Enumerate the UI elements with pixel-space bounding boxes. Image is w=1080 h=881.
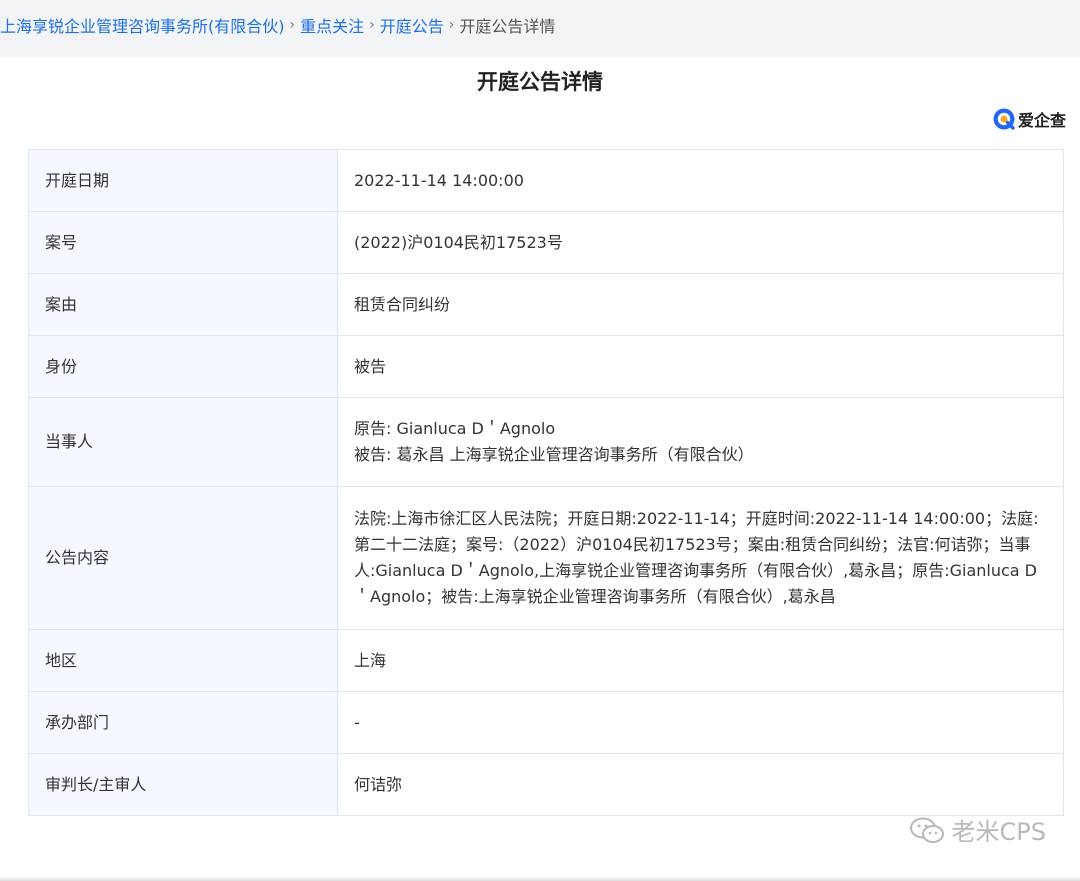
chevron-right-icon: › [289, 17, 296, 33]
row-label: 当事人 [28, 397, 338, 487]
breadcrumb-court-notice-link[interactable]: 开庭公告 [380, 13, 444, 37]
table-row: 案号 (2022)沪0104民初17523号 [28, 211, 1064, 274]
hearing-date-value: 2022-11-14 14:00:00 [354, 170, 524, 190]
table-row: 承办部门 - [28, 691, 1064, 754]
table-row: 地区 上海 [28, 629, 1064, 692]
row-value: (2022)沪0104民初17523号 [337, 211, 1064, 274]
presiding-judge-value: 何诘弥 [354, 774, 403, 794]
row-value: 法院:上海市徐汇区人民法院；开庭日期:2022-11-14；开庭时间:2022-… [337, 486, 1064, 630]
row-label: 身份 [28, 335, 338, 398]
row-label: 案由 [28, 273, 338, 336]
table-row: 审判长/主审人 何诘弥 [28, 753, 1064, 816]
row-value: 被告 [337, 335, 1064, 398]
table-row: 身份 被告 [28, 335, 1064, 398]
case-cause-value: 租赁合同纠纷 [354, 294, 451, 314]
department-value: - [354, 712, 360, 732]
table-row: 案由 租赁合同纠纷 [28, 273, 1064, 336]
row-value: 上海 [337, 629, 1064, 692]
row-label: 审判长/主审人 [28, 753, 338, 816]
row-value: 2022-11-14 14:00:00 [337, 149, 1064, 212]
aiqicha-logo-icon [993, 108, 1015, 130]
identity-value: 被告 [354, 356, 387, 376]
defendant-line: 被告: 葛永昌 上海享锐企业管理咨询事务所（有限合伙） [354, 445, 754, 464]
page-title: 开庭公告详情 [477, 70, 603, 94]
table-row: 公告内容 法院:上海市徐汇区人民法院；开庭日期:2022-11-14；开庭时间:… [28, 486, 1064, 630]
chevron-right-icon: › [448, 17, 455, 33]
table-row: 开庭日期 2022-11-14 14:00:00 [28, 149, 1064, 212]
row-label: 地区 [28, 629, 338, 692]
row-label: 承办部门 [28, 691, 338, 754]
row-value: 租赁合同纠纷 [337, 273, 1064, 336]
watermark: 老米CPS [908, 812, 1046, 847]
row-label: 开庭日期 [28, 149, 338, 212]
brand-name: 爱企查 [1017, 111, 1066, 130]
region-value: 上海 [354, 650, 387, 670]
table-row: 当事人 原告: Gianluca D＇Agnolo 被告: 葛永昌 上海享锐企业… [28, 397, 1064, 487]
case-number-value: (2022)沪0104民初17523号 [354, 232, 563, 252]
breadcrumb-focus-link[interactable]: 重点关注 [300, 13, 364, 37]
chevron-right-icon: › [369, 17, 375, 33]
brand-badge[interactable]: 爱企查 [992, 107, 1066, 131]
scroll-edge [0, 877, 1080, 881]
row-value: - [337, 691, 1064, 754]
court-notice-detail-table: 开庭日期 2022-11-14 14:00:00 案号 (2022)沪0104民… [28, 149, 1064, 816]
row-label: 公告内容 [28, 486, 338, 630]
breadcrumb-company-link[interactable]: 上海享锐企业管理咨询事务所(有限合伙) [0, 13, 285, 37]
row-label: 案号 [28, 211, 338, 274]
watermark-text: 老米CPS [951, 818, 1046, 846]
row-value: 何诘弥 [337, 753, 1064, 816]
wechat-icon [909, 817, 944, 843]
breadcrumb: 上海享锐企业管理咨询事务所(有限合伙) › 重点关注 › 开庭公告 › 开庭公告… [0, 0, 1080, 50]
row-value: 原告: Gianluca D＇Agnolo 被告: 葛永昌 上海享锐企业管理咨询… [337, 397, 1064, 487]
breadcrumb-current: 开庭公告详情 [459, 17, 556, 36]
notice-content-text: 法院:上海市徐汇区人民法院；开庭日期:2022-11-14；开庭时间:2022-… [354, 509, 1039, 606]
plaintiff-line: 原告: Gianluca D＇Agnolo [354, 419, 556, 438]
